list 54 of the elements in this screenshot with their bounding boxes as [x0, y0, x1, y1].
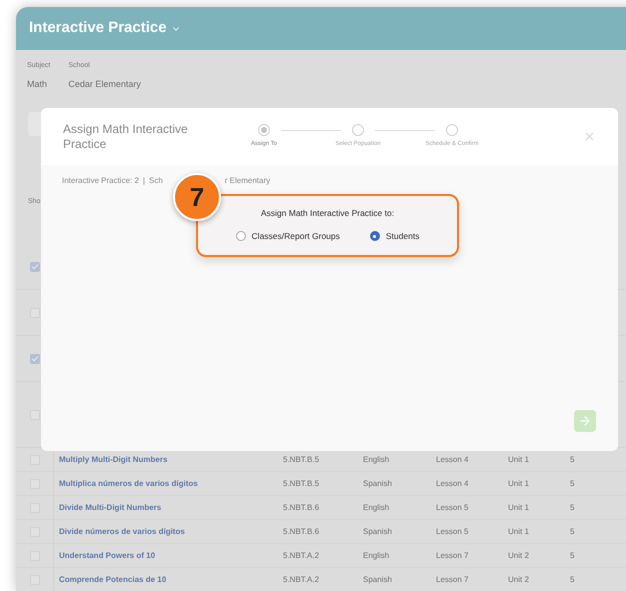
practice-link[interactable]: Multiplica números de varios dígitos: [59, 478, 198, 488]
separator: |: [142, 175, 145, 187]
practice-link[interactable]: Divide Multi-Digit Numbers: [59, 502, 162, 512]
lesson-cell: Lesson 7: [436, 550, 468, 560]
standard-cell: 5.NBT.A.2: [283, 574, 320, 584]
close-button[interactable]: [583, 130, 596, 143]
lesson-cell: Lesson 5: [436, 502, 468, 512]
unit-cell: Unit 2: [508, 574, 529, 584]
standard-cell: 5.NBT.A.2: [283, 550, 320, 560]
filter-value: Math: [27, 78, 48, 90]
lesson-cell: Lesson 4: [436, 454, 468, 464]
language-cell: English: [363, 454, 390, 464]
unit-cell: Unit 1: [508, 454, 529, 464]
language-cell: Spanish: [363, 526, 392, 536]
practice-link[interactable]: Divide números de varios dígitos: [59, 526, 185, 536]
unit-cell: Unit 1: [508, 478, 529, 488]
grade-cell: 5: [570, 454, 574, 464]
language-cell: English: [363, 502, 390, 512]
standard-cell: 5.NBT.B.5: [283, 454, 320, 464]
school-text-end: r Elementary: [224, 175, 270, 187]
checkbox[interactable]: [30, 262, 40, 272]
practice-link[interactable]: Multiply Multi-Digit Numbers: [59, 454, 168, 464]
grade-cell: 5: [570, 550, 574, 560]
radio-option[interactable]: Classes/Report Groups: [236, 230, 340, 242]
practice-count: Interactive Practice: 2: [62, 175, 139, 187]
radio-option[interactable]: Students: [370, 230, 420, 242]
next-button[interactable]: [574, 410, 596, 432]
unit-cell: Unit 1: [508, 502, 529, 512]
assign-prompt: Assign Math Interactive Practice to:: [260, 207, 394, 220]
lesson-cell: Lesson 5: [436, 526, 468, 536]
standard-cell: 5.NBT.B.6: [283, 526, 320, 536]
arrow-right-icon: [578, 414, 592, 428]
grade-cell: 5: [570, 574, 574, 584]
grade-cell: 5: [570, 526, 574, 536]
app-title-dropdown[interactable]: Interactive Practice: [29, 17, 181, 40]
language-cell: English: [363, 550, 390, 560]
standard-cell: 5.NBT.B.5: [283, 478, 320, 488]
standard-cell: 5.NBT.B.6: [283, 502, 320, 512]
filter-value: Cedar Elementary: [68, 78, 141, 91]
practice-link[interactable]: Comprende Potencias de 10: [59, 574, 166, 584]
unit-cell: Unit 1: [508, 526, 529, 536]
grade-cell: 5: [570, 478, 574, 488]
dialog-title: Assign Math Interactive Practice: [63, 122, 189, 152]
lesson-cell: Lesson 4: [436, 478, 468, 488]
school-text-start: Sch: [149, 175, 163, 187]
checkbox[interactable]: [30, 410, 40, 420]
checkbox[interactable]: [30, 308, 40, 318]
grade-cell: 5: [570, 502, 574, 512]
lesson-cell: Lesson 7: [436, 574, 468, 584]
practice-link[interactable]: Understand Powers of 10: [59, 550, 156, 560]
checkbox[interactable]: [30, 354, 40, 364]
unit-cell: Unit 2: [508, 550, 529, 560]
language-cell: Spanish: [363, 574, 392, 584]
language-cell: Spanish: [363, 478, 392, 488]
